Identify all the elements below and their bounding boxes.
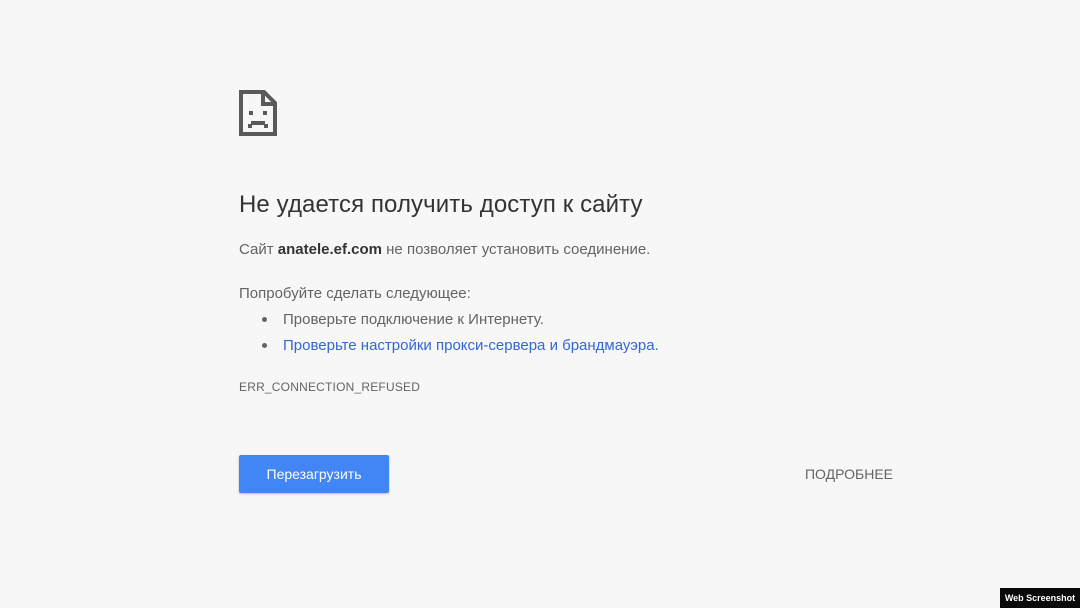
- sad-page-icon: [239, 90, 277, 136]
- host-name: anatele.ef.com: [277, 241, 382, 258]
- summary-suffix: не позволяет установить соединение.: [381, 241, 651, 258]
- reload-button[interactable]: Перезагрузить: [239, 455, 389, 493]
- suggestions-list: Проверьте подключение к Интернету. Прове…: [262, 310, 659, 362]
- list-item: Проверьте подключение к Интернету.: [262, 310, 659, 336]
- list-item: Проверьте настройки прокси-сервера и бра…: [262, 336, 659, 362]
- summary-prefix: Сайт: [239, 241, 278, 258]
- error-code: ERR_CONNECTION_REFUSED: [239, 380, 421, 394]
- page-title: Не удается получить доступ к сайту: [239, 191, 643, 218]
- error-summary: Сайт anatele.ef.com не позволяет установ…: [239, 241, 650, 258]
- suggestions-heading: Попробуйте сделать следующее:: [239, 285, 471, 302]
- bullet-icon: [262, 343, 267, 348]
- bullet-icon: [262, 317, 267, 322]
- details-button[interactable]: ПОДРОБНЕЕ: [793, 455, 905, 493]
- proxy-firewall-link[interactable]: Проверьте настройки прокси-сервера и бра…: [283, 337, 659, 354]
- watermark-label: Web Screenshot: [1000, 588, 1080, 608]
- suggestion-check-connection: Проверьте подключение к Интернету.: [283, 311, 544, 328]
